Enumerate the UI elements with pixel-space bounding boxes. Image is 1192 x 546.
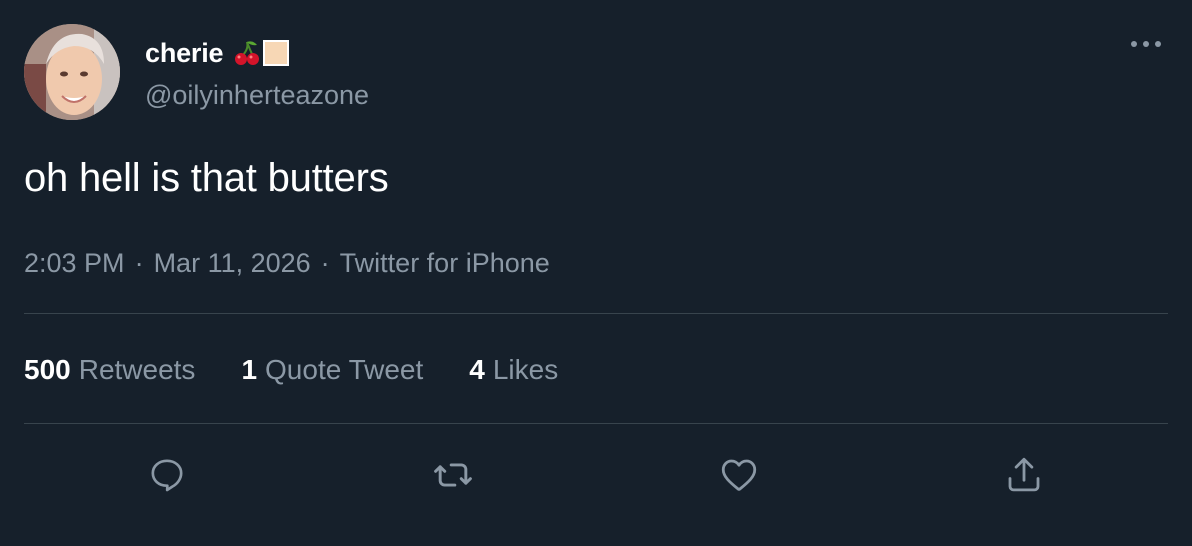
divider	[24, 423, 1168, 424]
like-button[interactable]	[716, 452, 762, 498]
share-button[interactable]	[1001, 452, 1047, 498]
share-icon	[1008, 457, 1040, 492]
meta-separator: ·	[134, 248, 144, 278]
avatar-image	[24, 24, 120, 120]
retweet-icon	[434, 463, 472, 487]
display-name[interactable]: cherie	[145, 38, 224, 69]
display-name-row[interactable]: cherie	[145, 35, 290, 71]
tweet-time[interactable]: 2:03 PM	[24, 248, 125, 279]
reply-icon	[151, 459, 183, 492]
retweets-label: Retweets	[78, 354, 196, 385]
retweets-stat[interactable]: 500 Retweets	[24, 354, 195, 386]
divider	[24, 313, 1168, 314]
cherry-icon	[233, 39, 261, 67]
tweet-source[interactable]: Twitter for iPhone	[340, 248, 550, 279]
likes-label: Likes	[492, 354, 559, 385]
tweet-card: cherie @oilyinherteazone oh hell is that…	[0, 0, 1192, 546]
quote-tweets-stat[interactable]: 1 Quote Tweet	[241, 354, 423, 386]
likes-count: 4	[469, 354, 485, 385]
tweet-date[interactable]: Mar 11, 2026	[154, 248, 311, 279]
avatar[interactable]	[24, 24, 120, 120]
square-swatch-icon	[263, 40, 290, 66]
tweet-meta: 2:03 PM · Mar 11, 2026 · Twitter for iPh…	[24, 248, 550, 279]
user-handle[interactable]: @oilyinherteazone	[145, 80, 369, 111]
retweets-count: 500	[24, 354, 71, 385]
tweet-text: oh hell is that butters	[24, 156, 389, 200]
meta-separator: ·	[320, 248, 330, 278]
likes-stat[interactable]: 4 Likes	[469, 354, 558, 386]
tweet-stats: 500 Retweets 1 Quote Tweet 4 Likes	[24, 354, 604, 386]
more-horizontal-icon	[1131, 41, 1161, 47]
tweet-actions	[0, 452, 1192, 498]
heart-icon	[721, 459, 757, 491]
reply-button[interactable]	[144, 452, 190, 498]
retweet-button[interactable]	[430, 452, 476, 498]
quote-tweets-label: Quote Tweet	[265, 354, 424, 385]
quote-tweets-count: 1	[241, 354, 258, 385]
more-options-button[interactable]	[1122, 26, 1170, 62]
